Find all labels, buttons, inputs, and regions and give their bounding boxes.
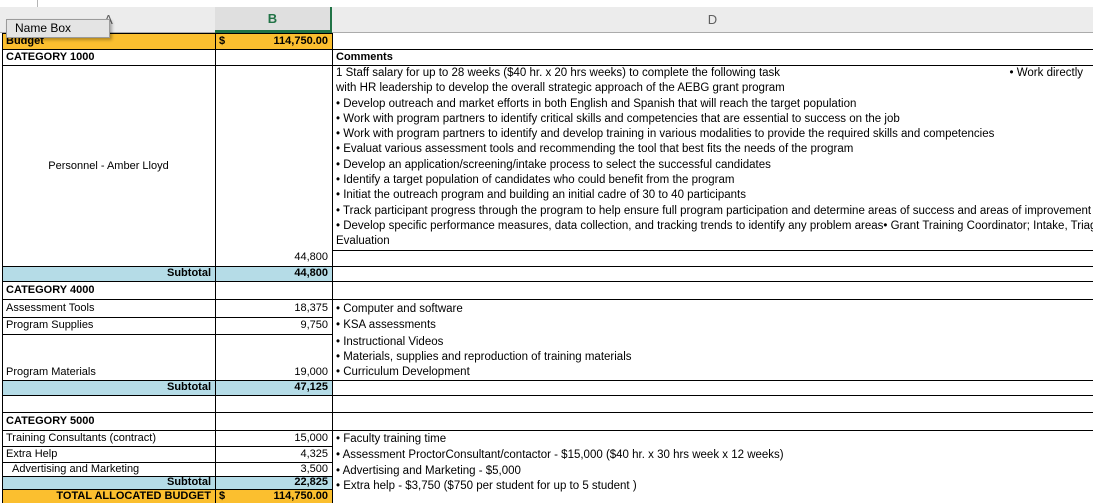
comment-line: Evaluation: [336, 234, 1089, 249]
cell-total-amount[interactable]: $ 114,750.00: [215, 489, 332, 503]
cell-subtotal3-amount[interactable]: 22,825: [215, 476, 332, 489]
gridline-row-d: [332, 299, 1093, 300]
comment-advertising-marketing[interactable]: • Advertising and Marketing - $5,000: [336, 464, 1086, 479]
cell-subtotal2-label[interactable]: Subtotal: [2, 380, 215, 395]
gridline-row-d: [332, 281, 1093, 282]
cell-personnel-label[interactable]: Personnel - Amber Lloyd: [2, 65, 215, 266]
cell-advertising-amount[interactable]: 3,500: [215, 462, 332, 476]
cell-budget-amount[interactable]: $ 114,750.00: [215, 33, 332, 49]
cell-total-label[interactable]: TOTAL ALLOCATED BUDGET: [2, 489, 215, 503]
comment-line-right: • Work directly: [1010, 66, 1083, 81]
comment-line-left: 1 Staff salary for up to 28 weeks ($40 h…: [336, 66, 780, 81]
column-header-d[interactable]: D: [332, 7, 1093, 33]
cell-category-4000[interactable]: CATEGORY 4000: [2, 281, 215, 299]
spreadsheet: A B D Name Box Budget $ 114,750.00 CATEG…: [0, 0, 1093, 503]
comment-line: • Evaluat various assessment tools and r…: [336, 142, 1089, 157]
gridline-row-d: [332, 380, 1093, 381]
cell-assessment-tools-label[interactable]: Assessment Tools: [2, 299, 215, 317]
cell-program-supplies-label[interactable]: Program Supplies: [2, 317, 215, 334]
comment-extra-help-detail[interactable]: • Extra help - $3,750 ($750 per student …: [336, 479, 1086, 494]
gridline-row-d: [332, 412, 1093, 413]
name-box-divider: [37, 0, 38, 7]
cell-subtotal1-amount[interactable]: 44,800: [215, 266, 332, 281]
comment-line: • Identify a target population of candid…: [336, 173, 1089, 188]
cell-subtotal2-amount[interactable]: 47,125: [215, 380, 332, 395]
cell-extra-help-label[interactable]: Extra Help: [2, 446, 215, 462]
comment-ksa-assessments[interactable]: • KSA assessments: [336, 318, 1076, 333]
gridline-b-d: [332, 33, 333, 503]
comment-line: • Develop outreach and market efforts in…: [336, 97, 1089, 112]
comment-computer-software[interactable]: • Computer and software: [336, 302, 1076, 317]
comment-faculty-training[interactable]: • Faculty training time: [336, 432, 1086, 447]
comment-materials-supplies[interactable]: • Materials, supplies and reproduction o…: [336, 350, 1076, 365]
budget-amount-value: 114,750.00: [274, 35, 328, 47]
cell-training-consultants-amount[interactable]: 15,000: [215, 430, 332, 446]
cell-category-5000[interactable]: CATEGORY 5000: [2, 412, 215, 430]
column-header-b[interactable]: B: [215, 7, 332, 33]
currency-symbol: $: [219, 490, 225, 502]
comment-line: • Work with program partners to identify…: [336, 127, 1089, 142]
gridline-row-d: [332, 266, 1093, 267]
cell-training-consultants-label[interactable]: Training Consultants (contract): [2, 430, 215, 446]
cell-subtotal1-label[interactable]: Subtotal: [2, 266, 215, 281]
cell-program-materials-amount[interactable]: 19,000: [215, 334, 332, 380]
top-strip: [0, 0, 1093, 7]
cell-comments-header[interactable]: Comments: [336, 49, 636, 65]
comment-line: • Develop specific performance measures,…: [336, 219, 1089, 234]
cell-personnel-amount[interactable]: 44,800: [215, 250, 332, 265]
comment-curriculum-development[interactable]: • Curriculum Development: [336, 365, 1076, 380]
cell-category-1000[interactable]: CATEGORY 1000: [2, 49, 215, 65]
name-box-tooltip: Name Box: [6, 19, 110, 38]
total-amount-value: 114,750.00: [274, 490, 328, 502]
gridline-row-d: [332, 430, 1093, 431]
comment-instructional-videos[interactable]: • Instructional Videos: [336, 335, 1076, 350]
cell-program-supplies-amount[interactable]: 9,750: [215, 317, 332, 334]
currency-symbol: $: [219, 35, 225, 47]
gridline-row-d: [332, 395, 1093, 396]
comment-line: • Work with program partners to identify…: [336, 112, 1089, 127]
comment-line: with HR leadership to develop the overal…: [336, 81, 1089, 96]
cell-advertising-label[interactable]: Advertising and Marketing: [2, 462, 215, 476]
comment-line: • Develop an application/screening/intak…: [336, 158, 1089, 173]
cell-program-materials-label[interactable]: Program Materials: [2, 334, 215, 380]
cell-subtotal3-label[interactable]: Subtotal: [2, 476, 215, 489]
comments-block[interactable]: 1 Staff salary for up to 28 weeks ($40 h…: [336, 66, 1089, 250]
gridline-row-d: [332, 250, 1093, 251]
gridline-row: [2, 395, 332, 396]
cell-extra-help-amount[interactable]: 4,325: [215, 446, 332, 462]
comment-line: • Track participant progress through the…: [336, 204, 1089, 219]
comment-line: 1 Staff salary for up to 28 weeks ($40 h…: [336, 66, 1089, 81]
comment-line: • Initiat the outreach program and build…: [336, 188, 1089, 203]
cell-assessment-tools-amount[interactable]: 18,375: [215, 299, 332, 317]
comment-assessment-proctor[interactable]: • Assessment ProctorConsultant/contactor…: [336, 448, 1086, 463]
